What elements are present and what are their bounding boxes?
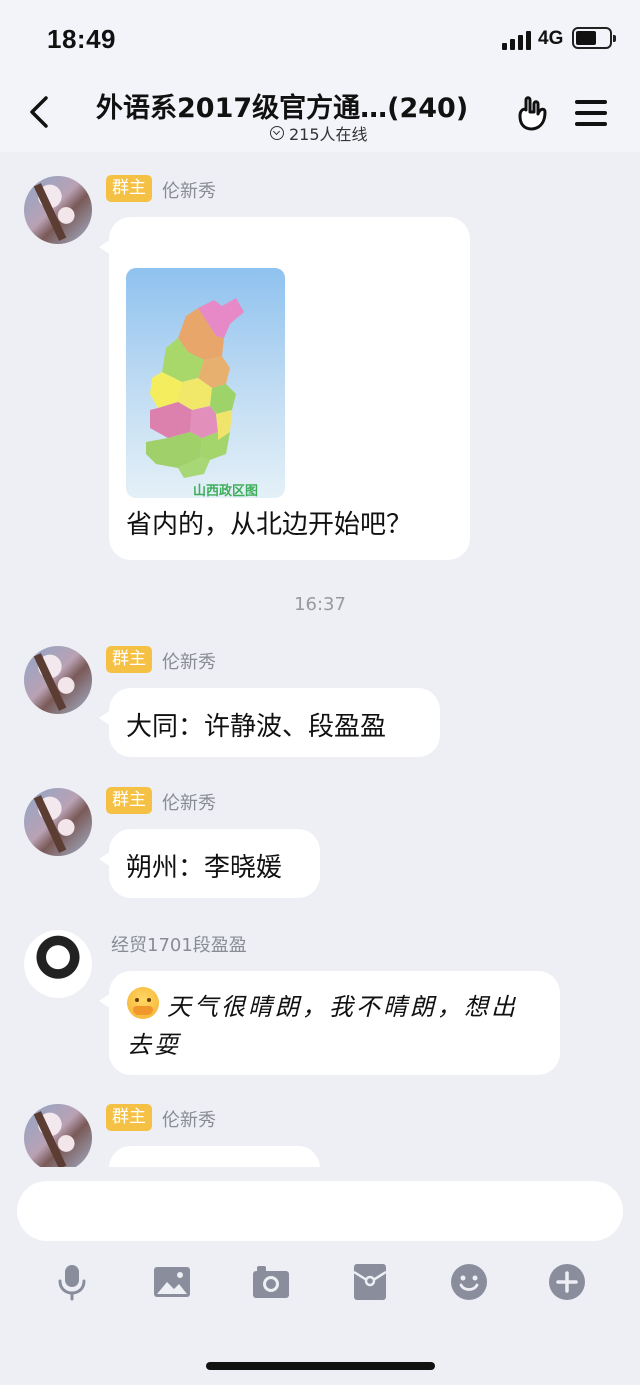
status-bar: 18:49 4G	[0, 0, 640, 80]
message-list[interactable]: 群主 伦新秀 山西政区图 省内的，从北边开始吧？ 16:37 群主 伦新秀 大同…	[0, 152, 640, 1167]
message-bubble[interactable]: 朔州：李晓媛	[99, 829, 320, 898]
microphone-icon[interactable]	[52, 1262, 92, 1302]
online-count[interactable]: 215人在线	[270, 121, 368, 145]
message-text: 天气很晴朗，我不晴朗，想出	[167, 993, 518, 1021]
emoji-icon[interactable]	[449, 1262, 489, 1302]
sender-name: 伦新秀	[162, 652, 216, 673]
chevron-down-icon	[270, 126, 284, 140]
red-packet-icon[interactable]	[350, 1262, 390, 1302]
message-bubble[interactable]: 大同：许静波、段盈盈	[99, 688, 440, 757]
message-text: 省内的，从北边开始吧？	[126, 510, 413, 540]
online-count-label: 215人在线	[289, 125, 368, 144]
chat-header: 外语系2017级官方通…(240) 215人在线	[0, 80, 640, 152]
message-input[interactable]	[17, 1181, 623, 1241]
home-indicator[interactable]	[206, 1362, 435, 1370]
input-area	[0, 1167, 640, 1385]
message-bubble[interactable]: 山西政区图 省内的，从北边开始吧？	[99, 217, 470, 560]
avatar[interactable]	[24, 788, 92, 856]
sender-name: 伦新秀	[162, 1110, 216, 1131]
owner-badge: 群主	[106, 646, 152, 673]
shanxi-map-graphic	[146, 298, 244, 478]
emoji-icon	[127, 987, 159, 1019]
status-time: 18:49	[47, 24, 116, 54]
camera-icon[interactable]	[251, 1262, 291, 1302]
group-title[interactable]: 外语系2017级官方通…(240)	[96, 86, 468, 125]
message-text-continued: 去耍	[127, 1031, 181, 1059]
owner-badge: 群主	[106, 1104, 152, 1131]
avatar[interactable]	[24, 646, 92, 714]
map-caption: 山西政区图	[193, 484, 259, 498]
owner-badge: 群主	[106, 787, 152, 814]
map-image[interactable]: 山西政区图	[126, 268, 285, 498]
message-bubble[interactable]	[109, 1146, 320, 1167]
avatar[interactable]	[24, 930, 92, 998]
battery-icon	[572, 27, 616, 49]
image-icon[interactable]	[152, 1262, 192, 1302]
sender-name: 伦新秀	[162, 181, 216, 202]
message-text: 大同：许静波、段盈盈	[126, 712, 387, 742]
network-type: 4G	[538, 28, 564, 49]
rock-hand-icon[interactable]	[512, 94, 552, 134]
back-icon[interactable]	[26, 94, 56, 130]
avatar[interactable]	[24, 176, 92, 244]
sender-name: 经贸1701段盈盈	[111, 935, 247, 956]
message-timestamp: 16:37	[294, 594, 346, 615]
plus-icon[interactable]	[547, 1262, 587, 1302]
message-bubble[interactable]: 天气很晴朗，我不晴朗，想出 去耍	[99, 971, 560, 1075]
message-text: 朔州：李晓媛	[126, 853, 283, 883]
owner-badge: 群主	[106, 175, 152, 202]
sender-name: 伦新秀	[162, 793, 216, 814]
signal-icon	[502, 30, 532, 50]
menu-icon[interactable]	[575, 99, 608, 127]
avatar[interactable]	[24, 1104, 92, 1167]
